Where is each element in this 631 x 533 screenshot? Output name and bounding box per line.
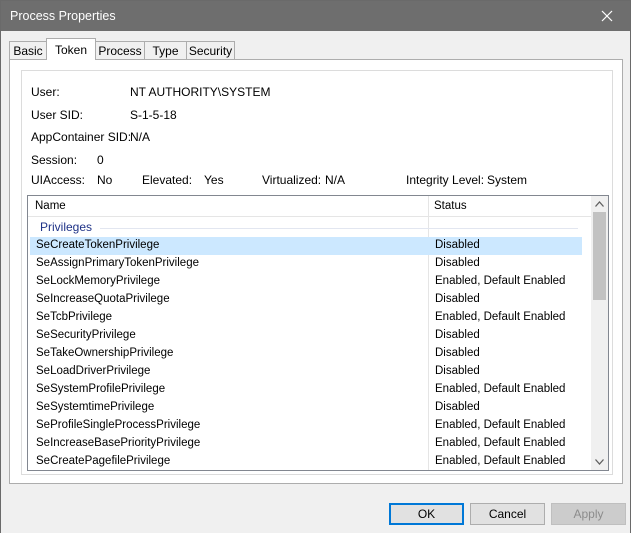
privilege-name: SeSystemtimePrivilege xyxy=(36,401,155,413)
table-row[interactable]: SeTakeOwnershipPrivilege Disabled xyxy=(30,345,582,363)
privilege-name: SeIncreaseBasePriorityPrivilege xyxy=(36,437,201,449)
ok-button[interactable]: OK xyxy=(389,503,464,525)
privilege-name: SeTakeOwnershipPrivilege xyxy=(36,347,174,359)
window-title: Process Properties xyxy=(10,9,116,23)
table-row[interactable]: SeSystemProfilePrivilege Enabled, Default… xyxy=(30,381,582,399)
scroll-up-button[interactable] xyxy=(591,196,608,212)
privilege-name: SeSystemProfilePrivilege xyxy=(36,383,166,395)
uiaccess-value: No xyxy=(97,173,113,187)
elevated-value: Yes xyxy=(204,173,224,187)
tab-label: Type xyxy=(152,44,179,58)
privilege-status: Enabled, Default Enabled xyxy=(435,383,566,395)
appcontainer-sid-label: AppContainer SID: xyxy=(31,130,132,144)
privilege-status: Enabled, Default Enabled xyxy=(435,275,566,287)
privilege-name: SeCreateTokenPrivilege xyxy=(36,239,160,251)
privilege-name: SeTcbPrivilege xyxy=(36,311,113,323)
privilege-status: Disabled xyxy=(435,293,480,305)
virtualized-value: N/A xyxy=(325,173,346,187)
list-header: Name Status xyxy=(28,196,591,217)
integrity-level-label: Integrity Level: xyxy=(406,173,485,187)
table-row[interactable]: SeCreateTokenPrivilege Disabled xyxy=(30,237,582,255)
privilege-status: Enabled, Default Enabled xyxy=(435,419,566,431)
table-row[interactable]: SeTcbPrivilege Enabled, Default Enabled xyxy=(30,309,582,327)
integrity-level-value: System xyxy=(487,173,528,187)
user-sid-value: S-1-5-18 xyxy=(130,108,177,122)
table-row[interactable]: SeIncreaseBasePriorityPrivilege Enabled, … xyxy=(30,435,582,453)
cancel-button[interactable]: Cancel xyxy=(470,503,545,525)
privilege-status: Disabled xyxy=(435,329,480,341)
privilege-name: SeProfileSingleProcessPrivilege xyxy=(36,419,201,431)
title-bar[interactable]: Process Properties xyxy=(1,1,630,31)
column-header-name[interactable]: Name xyxy=(35,200,66,212)
privilege-status: Disabled xyxy=(435,347,480,359)
privilege-status: Disabled xyxy=(435,401,480,413)
privilege-name: SeCreatePagefilePrivilege xyxy=(36,455,171,467)
table-row[interactable]: SeLoadDriverPrivilege Disabled xyxy=(30,363,582,381)
privilege-status: Disabled xyxy=(435,365,480,377)
tab-security[interactable]: Security xyxy=(186,41,235,60)
table-row[interactable]: SeSystemtimePrivilege Disabled xyxy=(30,399,582,417)
user-sid-label: User SID: xyxy=(31,108,84,122)
close-icon xyxy=(601,10,613,22)
tab-label: Security xyxy=(188,44,233,58)
table-row[interactable]: SeLockMemoryPrivilege Enabled, Default En… xyxy=(30,273,582,291)
chevron-up-icon xyxy=(595,201,604,207)
tab-basic[interactable]: Basic xyxy=(9,41,47,60)
dialog-footer: OK Cancel Apply xyxy=(1,496,630,533)
privilege-name: SeAssignPrimaryTokenPrivilege xyxy=(36,257,199,269)
user-value: NT AUTHORITY\SYSTEM xyxy=(130,85,271,99)
table-row[interactable]: SeSecurityPrivilege Disabled xyxy=(30,327,582,345)
tab-label: Basic xyxy=(13,44,43,58)
scroll-down-button[interactable] xyxy=(591,454,608,470)
vertical-scrollbar[interactable] xyxy=(591,196,608,470)
token-panel: User: NT AUTHORITY\SYSTEM User SID: S-1-… xyxy=(9,59,623,484)
privilege-status: Disabled xyxy=(435,257,480,269)
table-row[interactable]: SeProfileSingleProcessPrivilege Enabled, … xyxy=(30,417,582,435)
tab-token[interactable]: Token xyxy=(46,38,96,60)
tab-label: Token xyxy=(54,42,88,57)
privilege-status: Enabled, Default Enabled xyxy=(435,437,566,449)
privilege-name: SeLockMemoryPrivilege xyxy=(36,275,160,287)
uiaccess-label: UIAccess: xyxy=(31,173,86,187)
session-label: Session: xyxy=(31,153,78,167)
privileges-list[interactable]: Name Status Privileges SeCreateTokenPriv… xyxy=(27,195,609,471)
apply-button[interactable]: Apply xyxy=(551,503,626,525)
privilege-status: Enabled, Default Enabled xyxy=(435,455,566,467)
process-properties-window: Process Properties Basic Token Process T… xyxy=(0,0,631,533)
group-header-privileges[interactable]: Privileges xyxy=(40,220,92,234)
privilege-status: Disabled xyxy=(435,239,480,251)
table-row[interactable]: SeAssignPrimaryTokenPrivilege Disabled xyxy=(30,255,582,273)
elevated-label: Elevated: xyxy=(142,173,193,187)
table-row[interactable]: SeCreatePagefilePrivilege Enabled, Defaul… xyxy=(30,453,582,470)
privilege-rows: SeCreateTokenPrivilege Disabled SeAssignP… xyxy=(28,237,584,470)
session-value: 0 xyxy=(97,153,104,167)
chevron-down-icon xyxy=(595,459,604,465)
privilege-status: Enabled, Default Enabled xyxy=(435,311,566,323)
user-label: User: xyxy=(31,85,60,99)
column-header-status[interactable]: Status xyxy=(434,200,467,212)
virtualized-label: Virtualized: xyxy=(262,173,322,187)
close-button[interactable] xyxy=(584,1,630,31)
tab-type[interactable]: Type xyxy=(144,41,187,60)
appcontainer-sid-value: N/A xyxy=(130,130,151,144)
token-groupbox: User: NT AUTHORITY\SYSTEM User SID: S-1-… xyxy=(21,70,613,475)
tab-label: Process xyxy=(98,44,142,58)
table-row[interactable]: SeIncreaseQuotaPrivilege Disabled xyxy=(30,291,582,309)
group-divider xyxy=(100,228,578,229)
tab-process[interactable]: Process xyxy=(95,41,145,60)
privilege-name: SeLoadDriverPrivilege xyxy=(36,365,151,377)
scroll-thumb[interactable] xyxy=(593,212,606,300)
privilege-name: SeSecurityPrivilege xyxy=(36,329,136,341)
privilege-name: SeIncreaseQuotaPrivilege xyxy=(36,293,170,305)
